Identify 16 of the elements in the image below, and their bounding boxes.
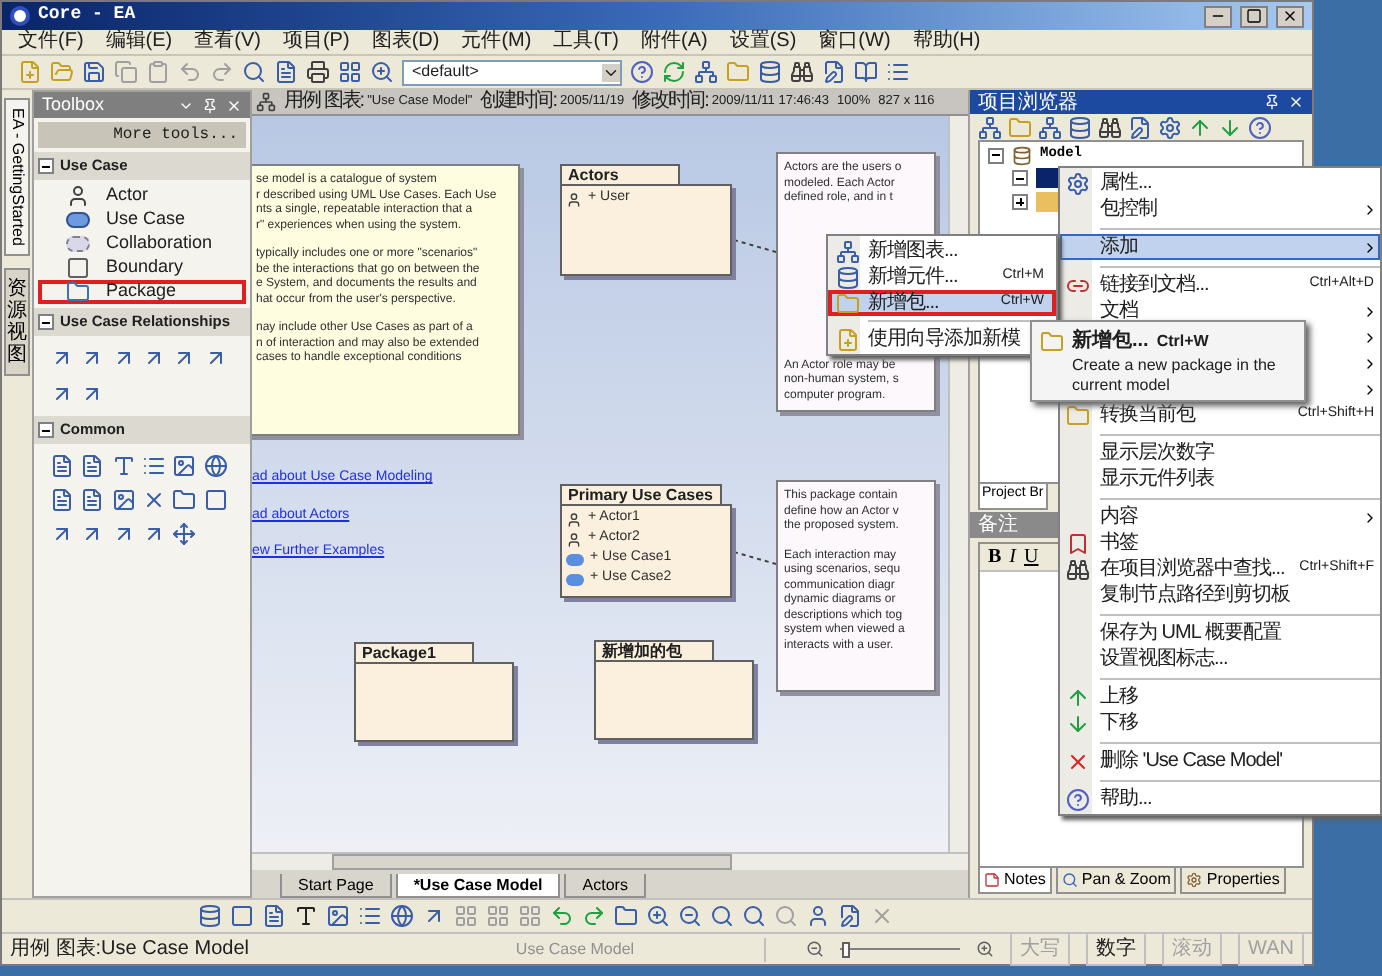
status-indicator: 滚动: [1162, 932, 1223, 966]
status-indicator: 数字: [1086, 932, 1147, 966]
diagram-info-label: 修改时间:: [632, 90, 708, 114]
diagram-info-label: 创建时间:: [480, 90, 557, 114]
panel-title: 项目浏览器: [978, 91, 1080, 113]
diagram-info-label: 用例 图表:: [284, 90, 364, 114]
status-indicator: WAN: [1238, 932, 1304, 966]
tooltip-title: 新增包...: [1072, 326, 1149, 356]
panel-title: Toolbox: [42, 91, 107, 118]
status-text: 用例 图表:Use Case Model: [10, 935, 251, 964]
status-indicator: 大写: [1010, 932, 1071, 966]
panel-title: 备注: [978, 511, 1018, 540]
tooltip-shortcut: Ctrl+W: [1156, 329, 1209, 353]
status-text: Use Case Model: [386, 937, 766, 961]
window-title: Core - EA: [38, 2, 136, 29]
tooltip-text: Create a new package in the current model: [1070, 356, 1278, 396]
